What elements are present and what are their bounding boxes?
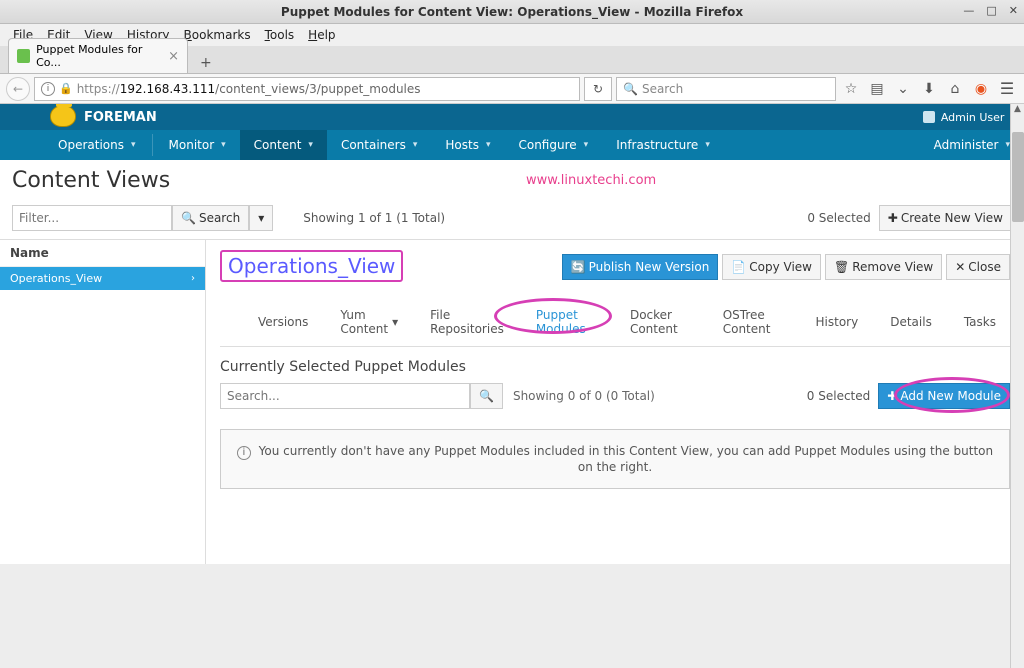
vertical-scrollbar[interactable]: ▲	[1010, 104, 1024, 668]
insecure-lock-icon: 🔒	[59, 82, 73, 95]
new-tab-button[interactable]: +	[194, 53, 218, 73]
publish-new-version-button[interactable]: 🔄 Publish New Version	[562, 254, 719, 280]
nav-hosts[interactable]: Hosts	[431, 130, 504, 160]
page-content: FOREMAN Admin User ▾ Operations Monitor …	[0, 104, 1024, 564]
detail-panel: Operations_View 🔄 Publish New Version 📄 …	[206, 240, 1024, 564]
main-nav: Operations Monitor Content Containers Ho…	[0, 130, 1024, 160]
module-search-input[interactable]	[220, 383, 470, 409]
tab-details[interactable]: Details	[876, 300, 946, 346]
browser-tab[interactable]: Puppet Modules for Co... ×	[8, 38, 188, 73]
filter-row: 🔍 Search ▾ Showing 1 of 1 (1 Total) 0 Se…	[0, 201, 1024, 240]
minimize-button[interactable]: —	[963, 4, 974, 17]
tab-close-button[interactable]: ×	[168, 49, 179, 64]
tab-ostree-content[interactable]: OSTree Content	[709, 300, 798, 346]
empty-state: i You currently don't have any Puppet Mo…	[220, 429, 1010, 489]
top-brand-bar: FOREMAN Admin User ▾	[0, 104, 1024, 130]
browser-tabstrip: Puppet Modules for Co... × +	[0, 46, 1024, 74]
browser-search-box[interactable]: 🔍 Search	[616, 77, 836, 101]
copy-view-button[interactable]: 📄 Copy View	[722, 254, 821, 280]
scroll-thumb[interactable]	[1012, 132, 1024, 222]
reload-button[interactable]: ↻	[584, 77, 612, 101]
page-title: Content Views	[12, 168, 170, 193]
nav-infrastructure[interactable]: Infrastructure	[602, 130, 724, 160]
tab-docker-content[interactable]: Docker Content	[616, 300, 705, 346]
modules-showing-count: Showing 0 of 0 (0 Total)	[513, 389, 655, 403]
url-path: /content_views/3/puppet_modules	[215, 82, 420, 96]
showing-count: Showing 1 of 1 (1 Total)	[303, 211, 445, 225]
site-info-icon[interactable]: i	[41, 82, 55, 96]
create-new-view-button[interactable]: ✚ Create New View	[879, 205, 1012, 231]
search-button[interactable]: 🔍 Search	[172, 205, 249, 231]
add-new-module-button[interactable]: ✚ Add New Module	[878, 383, 1010, 409]
nav-monitor[interactable]: Monitor	[155, 130, 240, 160]
search-placeholder: Search	[642, 82, 683, 96]
nav-configure[interactable]: Configure	[504, 130, 602, 160]
modules-toolbar: 🔍 Showing 0 of 0 (0 Total) 0 Selected ✚ …	[220, 383, 1010, 409]
content-view-name: Operations_View	[10, 272, 102, 285]
search-dropdown-button[interactable]: ▾	[249, 205, 273, 231]
view-tabs: Versions Yum Content ▾ File Repositories…	[220, 300, 1010, 347]
favicon-icon	[17, 49, 30, 63]
back-button[interactable]: ←	[6, 77, 30, 101]
tab-versions[interactable]: Versions	[244, 300, 322, 346]
modules-selected-count: 0 Selected	[807, 389, 870, 403]
window-titlebar: Puppet Modules for Content View: Operati…	[0, 0, 1024, 24]
library-icon[interactable]: ▤	[866, 81, 888, 97]
left-column: Name Operations_View ›	[0, 240, 206, 564]
brand-name: FOREMAN	[84, 110, 157, 125]
divider	[152, 134, 153, 156]
content-body: Name Operations_View › Operations_View 🔄…	[0, 240, 1024, 564]
tab-yum-content[interactable]: Yum Content ▾	[326, 300, 412, 346]
chevron-down-icon: ▾	[392, 315, 398, 329]
module-search-button[interactable]: 🔍	[470, 383, 503, 409]
admin-user-menu[interactable]: Admin User ▾	[923, 111, 1016, 124]
remove-view-button[interactable]: 🗑 Remove View	[825, 254, 942, 280]
empty-message: You currently don't have any Puppet Modu…	[259, 444, 993, 474]
url-scheme: https://	[77, 82, 120, 96]
menu-help[interactable]: Help	[303, 26, 340, 44]
user-icon	[923, 111, 935, 123]
tab-title: Puppet Modules for Co...	[36, 43, 162, 69]
menu-bookmarks[interactable]: Bookmarks	[179, 26, 256, 44]
content-view-row[interactable]: Operations_View ›	[0, 267, 205, 290]
view-title: Operations_View	[220, 250, 403, 282]
address-bar[interactable]: i 🔒 https:// 192.168.43.111 /content_vie…	[34, 77, 580, 101]
foreman-logo-icon	[50, 105, 76, 127]
home-icon[interactable]: ⌂	[944, 81, 966, 97]
nav-administer[interactable]: Administer	[920, 130, 1024, 160]
filter-box: 🔍 Search ▾	[12, 205, 273, 231]
selected-count: 0 Selected	[807, 211, 870, 225]
watermark-text: www.linuxtechi.com	[170, 173, 1012, 188]
view-action-buttons: 🔄 Publish New Version 📄 Copy View 🗑 Remo…	[562, 254, 1010, 280]
column-header-name: Name	[0, 240, 205, 267]
chevron-right-icon: ›	[191, 273, 195, 284]
downloads-icon[interactable]: ⬇	[918, 81, 940, 97]
close-window-button[interactable]: ✕	[1009, 4, 1018, 17]
menu-tools[interactable]: Tools	[260, 26, 300, 44]
filter-input[interactable]	[12, 205, 172, 231]
nav-containers[interactable]: Containers	[327, 130, 431, 160]
maximize-button[interactable]: □	[986, 4, 996, 17]
browser-toolbar: ← i 🔒 https:// 192.168.43.111 /content_v…	[0, 74, 1024, 104]
admin-user-label: Admin User	[941, 111, 1005, 124]
scroll-up-arrow[interactable]: ▲	[1011, 104, 1024, 114]
window-controls: — □ ✕	[963, 4, 1018, 17]
ubuntu-icon[interactable]: ◉	[970, 81, 992, 97]
close-button[interactable]: ✕ Close	[946, 254, 1010, 280]
window-title: Puppet Modules for Content View: Operati…	[281, 5, 743, 19]
pocket-icon[interactable]: ⌄	[892, 81, 914, 97]
search-icon: 🔍	[623, 82, 638, 96]
menu-icon[interactable]: ☰	[996, 79, 1018, 98]
info-icon: i	[237, 446, 251, 460]
tab-history[interactable]: History	[802, 300, 873, 346]
nav-content[interactable]: Content	[240, 130, 327, 160]
tab-puppet-modules[interactable]: Puppet Modules	[522, 300, 612, 346]
page-subheader: Content Views www.linuxtechi.com	[0, 160, 1024, 201]
tab-file-repositories[interactable]: File Repositories	[416, 300, 518, 346]
bookmark-star-icon[interactable]: ☆	[840, 81, 862, 97]
nav-operations[interactable]: Operations	[44, 130, 150, 160]
tab-tasks[interactable]: Tasks	[950, 300, 1010, 346]
url-host: 192.168.43.111	[120, 82, 215, 96]
modules-subtitle: Currently Selected Puppet Modules	[220, 359, 1010, 375]
